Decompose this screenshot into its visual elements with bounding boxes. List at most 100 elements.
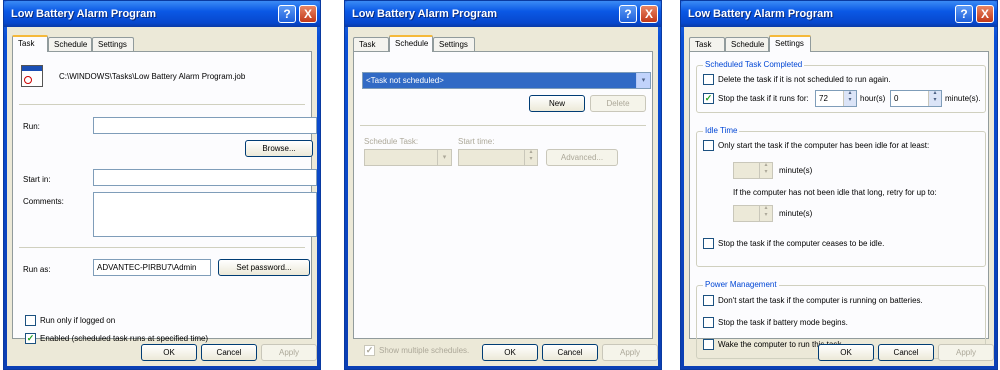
ok-button[interactable]: OK [141, 344, 197, 361]
dialog-body: Task Schedule Settings C:\WINDOWS\Tasks\… [7, 27, 317, 366]
job-file-icon [21, 65, 43, 87]
close-icon: X [980, 7, 989, 21]
spin-down-icon: ▾ [848, 97, 852, 103]
spin-up-icon: ▴ [764, 162, 768, 168]
check-icon: ✓ [704, 93, 713, 103]
tab-settings[interactable]: Settings [92, 37, 134, 51]
start-time-input[interactable]: ▴ ▾ [458, 149, 538, 166]
schedule-select[interactable]: <Task not scheduled> ▾ [362, 72, 651, 89]
only-start-idle-label: Only start the task if the computer has … [718, 141, 930, 150]
start-time-label: Start time: [458, 137, 495, 146]
delete-schedule-button[interactable]: Delete [590, 95, 646, 112]
run-only-logged-on-label: Run only if logged on [40, 316, 116, 325]
group-title: Power Management [703, 280, 779, 289]
dont-start-on-batteries-checkbox[interactable] [703, 295, 714, 306]
run-as-input[interactable]: ADVANTEC-PIRBU7\Admin [93, 259, 211, 276]
cancel-button[interactable]: Cancel [542, 344, 598, 361]
window-title: Low Battery Alarm Program [11, 8, 157, 20]
stop-if-ceases-idle-label: Stop the task if the computer ceases to … [718, 239, 885, 248]
schedule-dialog-window: Low Battery Alarm Program ? X Task Sched… [344, 0, 662, 370]
help-icon: ? [960, 7, 968, 21]
start-in-input[interactable] [93, 169, 317, 186]
help-button[interactable]: ? [278, 5, 296, 23]
schedule-select-value: <Task not scheduled> [366, 76, 444, 85]
tab-schedule[interactable]: Schedule [48, 37, 92, 51]
spin-up-icon: ▴ [529, 149, 533, 155]
help-icon: ? [624, 7, 632, 21]
spin-icon[interactable]: ▴ ▾ [843, 91, 856, 106]
close-button[interactable]: X [640, 5, 658, 23]
spin-icon[interactable]: ▴ ▾ [759, 162, 772, 178]
spin-icon[interactable]: ▴ ▾ [928, 90, 941, 106]
title-bar[interactable]: Low Battery Alarm Program ? X [4, 1, 320, 27]
run-only-logged-on-checkbox[interactable] [25, 315, 36, 326]
close-button[interactable]: X [299, 5, 317, 23]
help-icon: ? [283, 7, 291, 21]
spin-up-icon: ▴ [933, 90, 937, 96]
window-title: Low Battery Alarm Program [352, 8, 498, 20]
hours-value: 72 [819, 94, 828, 103]
retry-minutes-input[interactable]: ▴ ▾ [733, 205, 773, 222]
help-button[interactable]: ? [955, 5, 973, 23]
comments-input[interactable] [93, 192, 317, 237]
close-icon: X [644, 7, 653, 21]
ok-button[interactable]: OK [482, 344, 538, 361]
hours-input[interactable]: 72 ▴ ▾ [815, 90, 857, 107]
tab-schedule[interactable]: Schedule [389, 35, 433, 52]
chevron-down-icon: ▾ [437, 150, 451, 165]
only-start-idle-checkbox[interactable] [703, 140, 714, 151]
apply-button[interactable]: Apply [602, 344, 658, 361]
tab-settings[interactable]: Settings [433, 37, 475, 51]
tab-schedule[interactable]: Schedule [725, 37, 769, 51]
settings-dialog-window: Low Battery Alarm Program ? X Task Sched… [680, 0, 998, 370]
browse-button[interactable]: Browse... [245, 140, 313, 157]
idle-time-group: Idle Time Only start the task if the com… [696, 126, 986, 267]
tab-task[interactable]: Task [12, 35, 48, 52]
tab-settings[interactable]: Settings [769, 35, 811, 52]
comments-label: Comments: [23, 197, 64, 206]
run-as-label: Run as: [23, 265, 51, 274]
tab-task[interactable]: Task [689, 37, 725, 51]
title-bar[interactable]: Low Battery Alarm Program ? X [345, 1, 661, 27]
group-title: Idle Time [703, 126, 740, 135]
close-button[interactable]: X [976, 5, 994, 23]
new-schedule-button[interactable]: New [529, 95, 585, 112]
task-panel: C:\WINDOWS\Tasks\Low Battery Alarm Progr… [12, 51, 317, 344]
enabled-checkbox[interactable]: ✓ [25, 333, 36, 344]
stop-if-runs-checkbox[interactable]: ✓ [703, 93, 714, 104]
advanced-button[interactable]: Advanced... [546, 149, 618, 166]
show-multiple-schedules-checkbox[interactable]: ✓ [364, 345, 375, 356]
idle-minutes-input[interactable]: ▴ ▾ [733, 162, 773, 179]
delete-if-not-scheduled-checkbox[interactable] [703, 74, 714, 85]
spin-down-icon: ▾ [933, 97, 937, 103]
ok-button[interactable]: OK [818, 344, 874, 361]
minutes-input[interactable]: 0 ▴ ▾ [890, 90, 942, 107]
spin-icon[interactable]: ▴ ▾ [759, 206, 772, 221]
run-input[interactable] [93, 117, 317, 134]
help-button[interactable]: ? [619, 5, 637, 23]
spin-down-icon: ▾ [529, 156, 533, 162]
stop-if-ceases-idle-checkbox[interactable] [703, 238, 714, 249]
run-label: Run: [23, 122, 40, 131]
schedule-task-label: Schedule Task: [364, 137, 419, 146]
tab-task[interactable]: Task [353, 37, 389, 51]
stop-if-runs-label: Stop the task if it runs for: [718, 94, 809, 103]
set-password-button[interactable]: Set password... [218, 259, 310, 276]
hours-label: hour(s) [860, 94, 886, 103]
cancel-button[interactable]: Cancel [878, 344, 934, 361]
spin-icon: ▴ ▾ [524, 149, 537, 165]
stop-battery-mode-checkbox[interactable] [703, 317, 714, 328]
apply-button[interactable]: Apply [938, 344, 994, 361]
delete-if-not-scheduled-label: Delete the task if it is not scheduled t… [718, 75, 891, 84]
schedule-task-select[interactable]: ▾ [364, 149, 452, 166]
minutes-value: 0 [894, 94, 899, 103]
cancel-button[interactable]: Cancel [201, 344, 257, 361]
title-bar[interactable]: Low Battery Alarm Program ? X [681, 1, 997, 27]
check-icon: ✓ [26, 333, 35, 343]
wake-computer-checkbox[interactable] [703, 339, 714, 350]
retry-minutes-label: minute(s) [779, 209, 813, 218]
job-path: C:\WINDOWS\Tasks\Low Battery Alarm Progr… [59, 72, 246, 81]
stop-battery-mode-label: Stop the task if battery mode begins. [718, 318, 848, 327]
window-title: Low Battery Alarm Program [688, 8, 834, 20]
apply-button[interactable]: Apply [261, 344, 317, 361]
